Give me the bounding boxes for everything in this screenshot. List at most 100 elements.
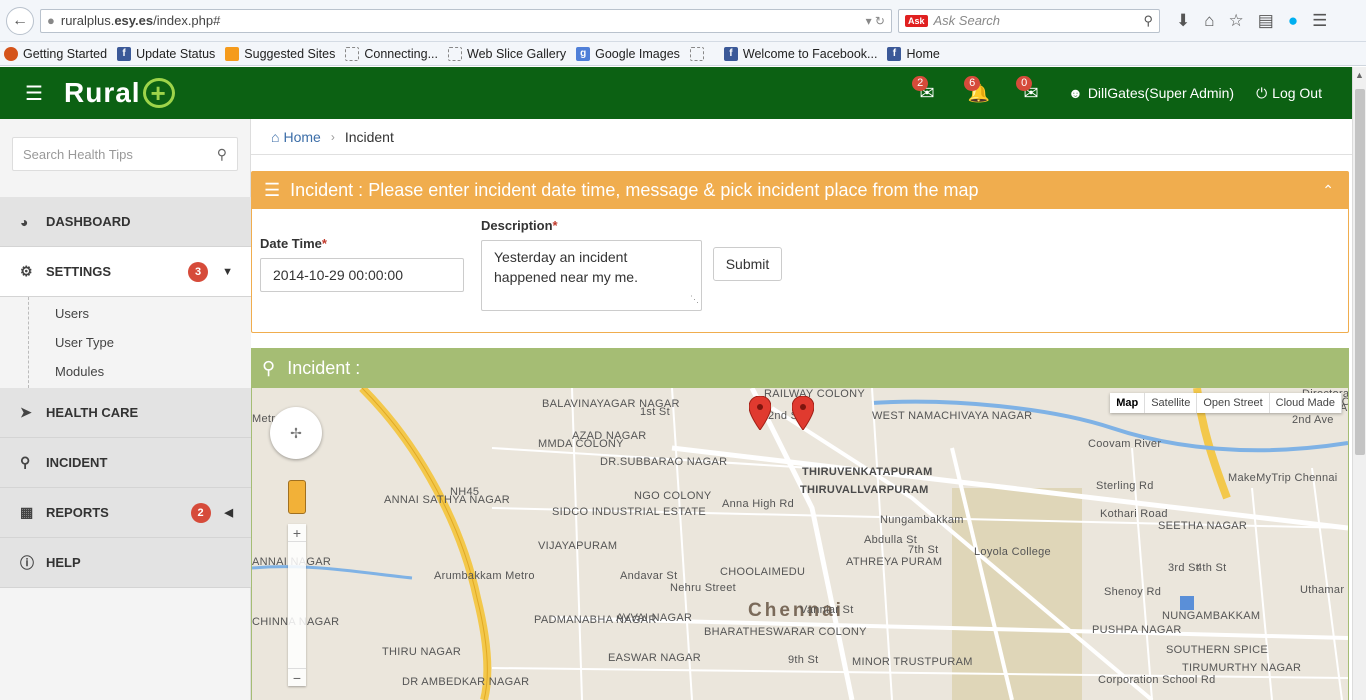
notifications-button[interactable]: 🔔 6 [964,76,994,108]
messages-badge: 2 [912,76,929,91]
sidebar-item-help[interactable]: ⓘ HELP [0,538,251,588]
map-place-label: Uthamar Gandhi Rd [1300,584,1348,596]
map-type-control: Map Satellite Open Street Cloud Made [1110,393,1342,413]
incident-form-panel: ☰ Incident : Please enter incident date … [251,171,1349,333]
star-icon[interactable]: ☆ [1229,11,1244,31]
browser-search-box[interactable]: Ask Ask Search ⚲ [898,8,1160,33]
map-place-label: WEST NAMACHIVAYA NAGAR [872,410,1033,422]
reports-badge: 2 [190,502,211,523]
description-label: Description* [481,218,558,233]
reader-icon[interactable]: ▤ [1258,11,1274,31]
chevron-right-icon: › [330,129,335,144]
map-marker-pin[interactable] [792,396,814,430]
caret-down-icon: ▼ [222,265,233,278]
reload-icon[interactable]: ▾ ↻ [866,14,885,28]
breadcrumb: ⌂ Home › Incident [251,119,1352,155]
magnifier-icon[interactable]: ⚲ [1143,13,1153,29]
skype-icon[interactable]: ● [1288,11,1298,31]
plus-cross-icon: + [142,78,175,108]
bookmark-suggested-sites[interactable]: Suggested Sites [225,46,335,61]
map-place-label: VIJAYAPURAM [538,540,618,552]
map-place-label: DR AMBEDKAR NAGAR [402,676,530,688]
app-logo[interactable]: Rural + [64,77,175,109]
facebook-icon: f [887,46,902,61]
resize-grip-icon[interactable]: ⋱ [690,289,699,309]
submenu-item-user-type[interactable]: User Type [29,328,251,357]
map-marker-icon: ⚲ [20,454,31,470]
sidebar-item-incident[interactable]: ⚲ INCIDENT [0,438,251,488]
submenu-item-modules[interactable]: Modules [29,357,251,386]
map-place-label: Anna High Rd [722,498,795,510]
health-tips-search-input[interactable]: Search Health Tips ⚲ [12,137,238,171]
bookmark-home[interactable]: f Home [887,46,940,61]
facebook-icon: f [117,46,132,61]
bookmark-welcome-facebook[interactable]: f Welcome to Facebook... [723,46,877,61]
bookmark-google-images[interactable]: g Google Images [576,46,680,61]
scroll-up-arrow-icon[interactable]: ▲ [1353,67,1366,83]
dashboard-icon: ◕ [20,213,29,230]
map-place-label: Corporation School Rd [1098,674,1216,686]
submit-button[interactable]: Submit [713,247,782,281]
menu-icon[interactable]: ☰ [1312,11,1327,31]
bookmark-getting-started[interactable]: Getting Started [4,46,107,61]
incident-form-title: Incident : Please enter incident date ti… [290,180,979,200]
map-marker-pin[interactable] [749,396,771,430]
map-place-label: AVVAI NAGAR [616,612,693,624]
street-view-pegman-icon[interactable] [288,480,306,514]
sidebar: Search Health Tips ⚲ ◕ DASHBOARD ⚙ SETTI… [0,119,251,700]
collapse-chevron-icon[interactable]: ⌃ [1322,182,1334,199]
zoom-in-button[interactable]: + [288,524,306,542]
settings-submenu: Users User Type Modules [28,297,251,388]
map-place-label: THIRU NAGAR [382,646,462,658]
scrollbar-thumb[interactable] [1355,89,1365,455]
address-bar[interactable]: ● ruralplus.esy.es/index.php# ▾ ↻ [40,8,892,33]
sidebar-item-settings[interactable]: ⚙ SETTINGS 3 ▼ [0,247,251,297]
breadcrumb-home-link[interactable]: ⌂ Home [271,129,321,145]
location-arrow-icon: ➤ [20,404,32,420]
map-type-open-street[interactable]: Open Street [1197,393,1270,413]
description-textarea[interactable]: Yesterday an incident happened near my m… [481,240,702,311]
user-icon: ☻ [1068,85,1083,101]
mail-button[interactable]: ✉ 0 [1016,76,1046,108]
breadcrumb-current: Incident [344,128,394,145]
sidebar-item-reports[interactable]: ▦ REPORTS 2 ◀ [0,488,251,538]
map-place-label: Kothari Road [1100,508,1168,520]
map-place-label: Vanniar St [800,604,854,616]
map-place-label: 1st St [640,406,670,418]
sidebar-item-health-care[interactable]: ➤ HEALTH CARE [0,388,251,438]
download-icon[interactable]: ⬇ [1176,11,1190,31]
back-arrow-icon: ← [12,11,28,29]
home-icon[interactable]: ⌂ [1204,11,1214,31]
back-button[interactable]: ← [6,6,34,35]
map-place-label: MINOR TRUSTPURAM [852,656,973,668]
submenu-item-users[interactable]: Users [29,299,251,328]
zoom-out-button[interactable]: − [288,668,306,686]
sidebar-toggle-button[interactable]: ☰ [12,73,56,113]
map-place-label: Arumbakkam Metro [434,570,535,582]
map-type-cloud-made[interactable]: Cloud Made [1270,393,1342,413]
main-content: ⌂ Home › Incident ☰ Incident : Please ent… [251,119,1352,700]
map-place-label: NH45 [450,486,480,498]
map-place-label: ATHREYA PURAM [846,556,943,568]
page-scrollbar[interactable]: ▲ [1352,67,1366,700]
map-place-label: Loyola College [974,546,1051,558]
bookmark-update-status[interactable]: f Update Status [117,46,215,61]
bookmark-web-slice-gallery[interactable]: Web Slice Gallery [448,46,566,61]
sidebar-item-dashboard[interactable]: ◕ DASHBOARD [0,197,251,247]
map-type-satellite[interactable]: Satellite [1145,393,1198,413]
map-place-label: Sterling Rd [1096,480,1154,492]
incident-map[interactable]: BALAVINAYAGAR NAGAR AZAD NAGAR MMDA COLONY… [252,388,1348,700]
map-type-map[interactable]: Map [1110,393,1146,413]
blank-page-icon [345,46,360,61]
bookmarks-bar: Getting Started f Update Status Suggested… [0,42,1366,66]
bookmark-blank[interactable] [689,46,704,61]
bookmark-connecting[interactable]: Connecting... [345,46,438,61]
sidebar-menu: ◕ DASHBOARD ⚙ SETTINGS 3 ▼ Users User Ty… [0,197,251,588]
messages-button[interactable]: ✉ 2 [912,76,942,108]
logout-button[interactable]: ⏻ Log Out [1256,85,1322,102]
search-icon[interactable]: ⚲ [217,146,227,163]
map-pan-control[interactable]: ✢ [270,407,322,459]
date-time-input[interactable]: 2014-10-29 00:00:00 [260,258,464,292]
map-place-label: NGO COLONY [634,490,712,502]
user-menu[interactable]: ☻ DillGates(Super Admin) [1068,85,1234,101]
